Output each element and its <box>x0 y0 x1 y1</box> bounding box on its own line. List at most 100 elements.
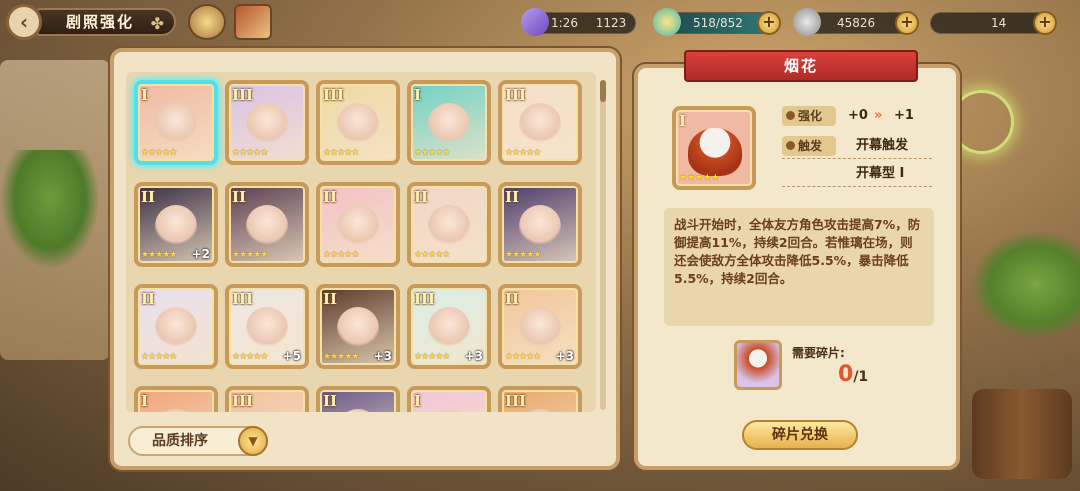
card-stars: ★★★★★ <box>505 352 541 362</box>
character-card[interactable]: III ★★★★★ +3 <box>407 284 491 369</box>
character-portrait <box>428 103 470 146</box>
card-rank: II <box>505 290 520 308</box>
trigger-label: 触发 <box>782 136 836 156</box>
character-card[interactable]: III ★★★★★ <box>498 80 582 165</box>
card-stars: ★★★★★ <box>232 250 268 260</box>
card-grid-viewport[interactable]: I ★★★★★ III ★★★★★ III ★★★★★ I ★★★★★ III ★★★★★ II ★★… <box>126 72 596 412</box>
character-portrait <box>246 205 288 248</box>
character-card[interactable]: III <box>225 386 309 412</box>
character-portrait <box>428 307 470 350</box>
card-rank: II <box>141 188 156 206</box>
card-stars: ★★★★★ <box>323 148 359 158</box>
card-rank: III <box>414 290 436 308</box>
character-card[interactable]: III <box>498 386 582 412</box>
add-energy-button[interactable]: + <box>757 11 781 35</box>
compass-emblem-button[interactable] <box>188 4 226 40</box>
background-barrel <box>972 389 1072 479</box>
fragment-exchange-button[interactable]: 碎片兑换 <box>742 420 858 450</box>
card-rank: II <box>232 188 247 206</box>
fragments-label: 需要碎片: <box>792 346 845 360</box>
card-stars: ★★★★★ <box>414 250 450 260</box>
double-chevron-right-icon: » <box>874 108 883 123</box>
character-portrait <box>688 128 742 176</box>
card-duplicate-count: +3 <box>373 349 392 363</box>
character-card[interactable]: II ★★★★★ <box>407 182 491 267</box>
energy-value: 518/852 <box>693 16 743 30</box>
card-stars: ★★★★★ <box>232 148 268 158</box>
fragments-have: 0 <box>838 362 854 387</box>
page-title-plate: 剧照强化 ✤ <box>36 8 176 36</box>
character-card[interactable]: II ★★★★★ +3 <box>498 284 582 369</box>
stamina-display: 1:26 1123 <box>521 8 636 36</box>
card-rank: III <box>505 392 527 410</box>
character-card[interactable]: I <box>407 386 491 412</box>
fragment-icon <box>734 340 782 390</box>
card-list-panel: I ★★★★★ III ★★★★★ III ★★★★★ I ★★★★★ III ★★★★★ II ★★… <box>110 48 620 470</box>
enhance-row: 强化 +0 » +1 <box>782 106 932 126</box>
background-plant-left <box>0 150 100 270</box>
card-name-ribbon: 烟花 <box>684 50 918 82</box>
character-portrait <box>155 205 197 248</box>
card-rank: II <box>323 290 338 308</box>
stamina-value: 1123 <box>595 16 627 30</box>
enhance-to: +1 <box>894 108 914 123</box>
character-card[interactable]: II ★★★★★ <box>316 182 400 267</box>
character-card[interactable]: III ★★★★★ <box>225 80 309 165</box>
card-stars: ★★★★★ <box>141 250 177 260</box>
character-card[interactable]: II ★★★★★ +3 <box>316 284 400 369</box>
trigger-value: 开幕触发 <box>856 138 909 153</box>
fragments-need: /1 <box>853 369 869 385</box>
book-menu-button[interactable] <box>234 4 272 40</box>
card-stars: ★★★★★ <box>323 352 359 362</box>
crystal-icon <box>521 8 549 36</box>
clover-icon: ✤ <box>150 14 166 33</box>
character-card[interactable]: II <box>316 386 400 412</box>
character-portrait <box>337 103 379 146</box>
type-row: 开幕型 I <box>782 164 932 187</box>
card-stars: ★★★★★ <box>141 148 177 158</box>
character-card[interactable]: I ★★★★★ <box>134 80 218 165</box>
card-grid: I ★★★★★ III ★★★★★ III ★★★★★ I ★★★★★ III ★★★★★ II ★★… <box>134 80 582 412</box>
character-card[interactable]: I ★★★★★ <box>407 80 491 165</box>
card-name: 烟花 <box>783 57 818 75</box>
character-card[interactable]: II ★★★★★ <box>225 182 309 267</box>
chevron-down-icon[interactable]: ▼ <box>238 426 268 456</box>
top-bar: 剧照强化 ✤ ‹ 1:26 1123 518/852 + 45826 + 14 … <box>0 0 1080 44</box>
background-plant-right <box>970 230 1080 340</box>
add-status-button[interactable]: + <box>1033 11 1057 35</box>
card-stars: ★★★★★ <box>323 250 359 260</box>
fragment-exchange-label: 碎片兑换 <box>772 427 828 443</box>
system-status: 14 + <box>930 11 1057 35</box>
card-duplicate-count: +5 <box>282 349 301 363</box>
character-portrait <box>337 307 379 350</box>
character-portrait <box>155 307 197 350</box>
character-portrait <box>428 205 470 248</box>
card-stars: ★★★★★ <box>141 352 177 362</box>
trigger-row: 触发 开幕触发 <box>782 136 932 159</box>
energy-display: 518/852 + <box>653 8 781 36</box>
card-stars: ★★★★★ <box>505 250 541 260</box>
card-rank: III <box>232 86 254 104</box>
card-rank: II <box>505 188 520 206</box>
card-duplicate-count: +3 <box>555 349 574 363</box>
character-portrait <box>337 409 379 412</box>
character-portrait <box>519 307 561 350</box>
character-card[interactable]: II ★★★★★ <box>134 284 218 369</box>
scrollbar-thumb[interactable] <box>600 80 606 102</box>
selected-card-portrait: I ★★★★★ <box>672 106 756 190</box>
card-grid-scrollbar[interactable] <box>600 80 606 410</box>
character-card[interactable]: II ★★★★★ <box>498 182 582 267</box>
card-rank: III <box>323 86 345 104</box>
card-rank: I <box>141 86 149 104</box>
add-coins-button[interactable]: + <box>895 11 919 35</box>
card-rank: II <box>141 290 156 308</box>
fragment-count: 0/1 <box>838 362 868 387</box>
character-card[interactable]: II ★★★★★ +2 <box>134 182 218 267</box>
character-card[interactable]: III ★★★★★ +5 <box>225 284 309 369</box>
character-card[interactable]: III ★★★★★ <box>316 80 400 165</box>
page-title: 剧照强化 <box>66 13 135 31</box>
sort-dropdown[interactable]: 品质排序 ▼ <box>128 426 268 456</box>
type-value: 开幕型 I <box>856 166 905 181</box>
back-button[interactable]: ‹ <box>6 4 42 40</box>
character-card[interactable]: I <box>134 386 218 412</box>
